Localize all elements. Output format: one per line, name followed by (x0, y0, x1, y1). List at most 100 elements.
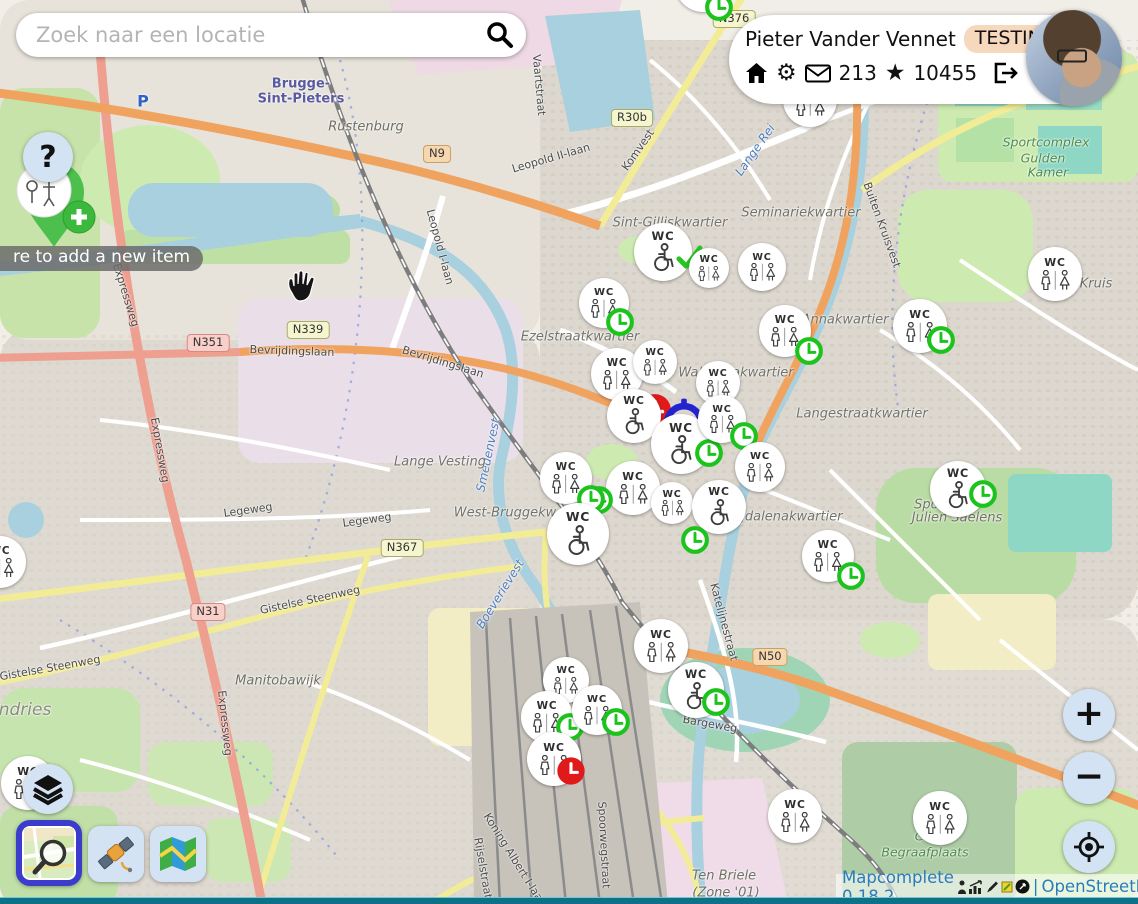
male-female-pictogram-icon (616, 484, 651, 505)
map-overlays: Brugge-Sint-PietersRustenburgPVaartstraa… (0, 0, 1138, 904)
map-label: Buiten Kruisvest (861, 181, 904, 270)
wc-label: WC (587, 695, 607, 705)
layers-icon (31, 772, 65, 806)
add-item-tooltip: re to add a new item (0, 246, 203, 271)
toilet-marker[interactable]: WC (802, 530, 854, 582)
search-icon[interactable] (484, 20, 514, 50)
zoom-in-button[interactable]: + (1063, 689, 1115, 741)
wc-label: WC (652, 231, 675, 243)
toilet-marker[interactable]: WC (579, 278, 629, 328)
wc-label: WC (594, 288, 614, 298)
map-label: West-Bruggekw (454, 506, 557, 521)
map-label: Komvest (619, 127, 657, 173)
map-label: Smedenvest (473, 417, 502, 493)
toilet-marker[interactable]: WC (668, 662, 724, 718)
toilet-marker[interactable]: WC (738, 243, 786, 291)
map-label: Sportcomplex (1003, 135, 1090, 150)
wheelchair-pictogram-icon (648, 243, 678, 273)
male-female-pictogram-icon (707, 415, 738, 433)
male-female-pictogram-icon (704, 380, 732, 397)
male-female-pictogram-icon (778, 812, 813, 833)
map-label: Leopold I-laan (424, 208, 457, 286)
osm-attribution-link[interactable]: OpenStreetMap (1041, 877, 1138, 896)
settings-gear-icon[interactable]: ⚙ (776, 62, 797, 84)
round-tool-icon (1015, 879, 1030, 894)
male-female-pictogram-icon (600, 370, 633, 390)
toilet-marker[interactable]: WC (1028, 247, 1082, 301)
wc-label: WC (784, 800, 805, 811)
toilet-marker[interactable]: WC (930, 461, 986, 517)
map-label: Bevrijdingslaan (249, 343, 334, 359)
toilet-marker[interactable]: WC (572, 685, 622, 735)
wc-label: WC (909, 310, 930, 321)
toilet-marker[interactable]: WC (735, 442, 785, 492)
toilet-marker[interactable]: WC (893, 299, 947, 353)
wc-label: WC (750, 452, 770, 462)
messages-envelope-icon[interactable] (805, 64, 831, 83)
wc-label: WC (607, 358, 628, 368)
map-label: Koning Albert I-laan (481, 811, 549, 904)
map-label: Expressweg (215, 690, 235, 757)
logout-icon[interactable] (993, 62, 1018, 84)
message-count: 213 (839, 61, 877, 85)
toilet-marker[interactable]: WC (689, 248, 729, 288)
toilet-marker[interactable]: WC (634, 619, 688, 673)
male-female-pictogram-icon (923, 814, 958, 835)
folded-map-icon (157, 835, 199, 873)
road-badge: N339 (287, 321, 330, 339)
wheelchair-pictogram-icon (620, 408, 648, 436)
map-label: Bevrijdingslaan (401, 343, 486, 380)
map-label: Brugge- (272, 77, 330, 92)
map-label: Kruis (1080, 277, 1113, 292)
geolocate-button[interactable] (1063, 821, 1115, 873)
toilet-marker[interactable]: WC (634, 223, 692, 281)
wc-label: WC (669, 422, 693, 434)
map-label: Kamer (1028, 165, 1068, 180)
male-female-pictogram-icon (685, 0, 721, 1)
toilet-marker[interactable]: WC (651, 482, 693, 524)
theme-logo-icon (1000, 880, 1014, 894)
basemap-osm-button[interactable] (16, 820, 82, 886)
male-female-pictogram-icon (768, 327, 801, 347)
map-label: Lange Vesting (394, 455, 486, 470)
toilet-marker[interactable]: WC (540, 452, 592, 504)
search-input[interactable] (34, 22, 484, 48)
search-bar[interactable] (16, 13, 526, 57)
toilet-marker[interactable]: WC (633, 340, 677, 384)
map-label: Sint-Pieters (258, 92, 345, 107)
map-label: Leopold II-laan (510, 141, 591, 176)
wc-label: WC (537, 701, 558, 711)
map-label: Legeweg (342, 510, 393, 530)
help-button[interactable]: ? (23, 132, 73, 182)
wc-label: WC (0, 546, 10, 556)
male-female-pictogram-icon (0, 558, 17, 578)
question-mark-icon: ? (39, 140, 56, 175)
contributor-person-icon (957, 880, 967, 894)
zoom-out-button[interactable]: − (1063, 752, 1115, 804)
satellite-icon (95, 833, 137, 875)
map-label: P (137, 92, 149, 111)
male-female-pictogram-icon (747, 263, 778, 281)
toilet-marker[interactable]: WC (547, 503, 609, 565)
user-avatar[interactable] (1026, 10, 1122, 106)
wc-label: WC (775, 315, 796, 325)
wc-label: WC (1044, 258, 1065, 269)
toilet-marker[interactable]: WC (759, 305, 811, 357)
map-label: Manitobawijk (235, 674, 321, 689)
wheelchair-pictogram-icon (562, 525, 594, 557)
toilet-marker[interactable]: WC (768, 789, 822, 843)
basemap-map-button[interactable] (150, 826, 206, 882)
toilet-marker[interactable]: WC (692, 480, 746, 534)
toilet-marker[interactable]: WC (0, 536, 26, 588)
attribution-separator: | (1033, 877, 1039, 896)
home-icon[interactable] (745, 62, 768, 84)
wc-label: WC (650, 630, 671, 641)
toilet-marker[interactable]: WC (698, 395, 746, 443)
basemap-satellite-button[interactable] (88, 826, 144, 882)
layers-button[interactable] (23, 764, 73, 814)
toilet-marker[interactable]: WC (913, 791, 967, 845)
toilet-marker[interactable]: WC (527, 732, 581, 786)
male-female-pictogram-icon (530, 713, 563, 733)
wc-label: WC (566, 511, 590, 523)
star-icon[interactable]: ★ (885, 62, 906, 84)
